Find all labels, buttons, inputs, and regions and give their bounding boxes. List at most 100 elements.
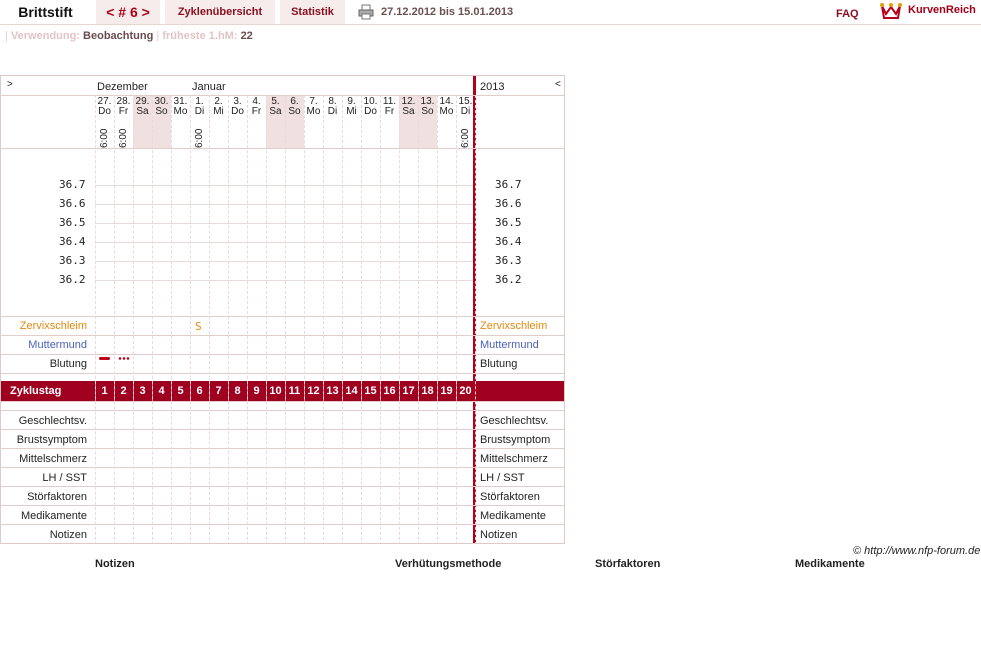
statistics-tab[interactable]: Statistik (280, 0, 345, 24)
grid-column-line (95, 95, 96, 543)
grid-column-line (247, 95, 248, 543)
grid-row-line (1, 410, 564, 411)
year-label: 2013 (480, 81, 505, 93)
temperature-gridline (95, 223, 473, 224)
grid-row-line (1, 401, 564, 402)
row-label-zervixschleim: Zervixschleim (19, 320, 87, 332)
day-name: Do (364, 106, 377, 117)
month-label: Dezember (97, 81, 148, 93)
cycle-day-number: 17 (402, 385, 415, 397)
day-name: So (288, 106, 301, 117)
temperature-gridline (95, 185, 473, 186)
day-name: Di (460, 106, 471, 117)
cycle-day-number: 9 (253, 385, 260, 397)
temperature-label: 36.2 (59, 273, 86, 286)
temperature-label: 36.4 (59, 235, 86, 248)
grid-column-line (342, 95, 343, 543)
day-name: So (155, 106, 168, 117)
row-label-bottom-right: Medikamente (480, 510, 547, 522)
temperature-label: 36.3 (59, 254, 86, 267)
grid-column-line (437, 95, 438, 543)
grid-column-line (380, 95, 381, 543)
cycle-day-number: 2 (120, 385, 127, 397)
row-label-bottom: Geschlechtsv. (18, 415, 87, 427)
grid-column-line (475, 95, 476, 543)
day-name: Do (98, 106, 111, 117)
temperature-label-right: 36.7 (495, 178, 522, 191)
row-label-bottom-right: Störfaktoren (480, 491, 540, 503)
day-name: Mo (173, 106, 188, 117)
temperature-gridline (95, 242, 473, 243)
temperature-gridline (95, 204, 473, 205)
footer-verhuetungsmethode: Verhütungsmethode (395, 558, 502, 570)
grid-row-line (1, 373, 564, 374)
grid-column-line (456, 95, 457, 543)
day-name: Di (327, 106, 338, 117)
grid-row-line (1, 429, 564, 430)
measure-time: 6:00 (194, 128, 205, 148)
row-label-bottom-right: LH / SST (480, 472, 525, 484)
grid-row-line (1, 316, 564, 317)
cycle-day-number: 11 (288, 385, 301, 397)
cycle-day-number: 14 (345, 385, 358, 397)
temperature-label-right: 36.2 (495, 273, 522, 286)
temperature-label: 36.6 (59, 197, 86, 210)
day-name: Mo (306, 106, 321, 117)
row-label-bottom-right: Notizen (480, 529, 518, 541)
footer-stoerfaktoren: Störfaktoren (595, 558, 661, 570)
earliest-value: 22 (240, 30, 253, 42)
cycle-day-number: 3 (139, 385, 146, 397)
usage-label: Verwendung: (10, 30, 80, 42)
day-name: Sa (136, 106, 149, 117)
temperature-label: 36.5 (59, 216, 86, 229)
separator: | (5, 30, 8, 42)
cycle-overview-tab[interactable]: Zyklenübersicht (165, 0, 275, 24)
temperature-label-right: 36.4 (495, 235, 522, 248)
day-name: Sa (269, 106, 282, 117)
nav-next-arrow[interactable]: > (7, 79, 13, 90)
cycle-day-number: 15 (364, 385, 377, 397)
grid-row-line (1, 486, 564, 487)
row-label-blutung: Blutung (49, 358, 87, 370)
row-label-blutung-right: Blutung (480, 358, 518, 370)
copyright[interactable]: © http://www.nfp-forum.de (853, 545, 980, 557)
footer-medikamente: Medikamente (795, 558, 865, 570)
day-name: Fr (251, 106, 262, 117)
cycle-day-number: 18 (421, 385, 434, 397)
row-label-muttermund-right: Muttermund (480, 339, 539, 351)
row-label-bottom: Notizen (49, 529, 87, 541)
row-label-muttermund: Muttermund (28, 339, 87, 351)
cycle-nav-button[interactable]: < # 6 > (96, 0, 160, 24)
nav-prev-arrow[interactable]: < (555, 79, 561, 90)
bleeding-spotting-marker[interactable] (118, 357, 130, 360)
printer-icon[interactable] (358, 4, 374, 20)
grid-row-line (1, 148, 564, 149)
logo-text[interactable]: KurvenReich (908, 0, 976, 20)
cycle-day-number: 6 (196, 385, 203, 397)
cycle-day-number: 16 (383, 385, 396, 397)
day-name: Mi (346, 106, 357, 117)
grid-row-line (1, 448, 564, 449)
grid-column-line (209, 95, 210, 543)
row-label-bottom: Störfaktoren (27, 491, 87, 503)
cycle-day-number: 12 (307, 385, 320, 397)
zervix-entry[interactable]: S (195, 320, 202, 333)
grid-column-line (323, 95, 324, 543)
grid-column-line (171, 95, 172, 543)
measure-time: 6:00 (118, 128, 129, 148)
day-name: Mo (439, 106, 454, 117)
bleeding-strong-marker[interactable] (99, 357, 110, 360)
cycle-day-number: 5 (177, 385, 184, 397)
faq-link[interactable]: FAQ (836, 2, 859, 26)
grid-column-line (190, 95, 191, 543)
usage-value: Beobachtung (83, 30, 154, 42)
brand-name: Brittstift (0, 0, 91, 24)
row-label-bottom: Mittelschmerz (19, 453, 87, 465)
crown-logo-icon[interactable] (880, 2, 902, 20)
cycle-day-label: Zyklustag (10, 385, 62, 397)
grid-column-line (304, 95, 305, 543)
row-label-bottom-right: Brustsymptom (480, 434, 551, 446)
cycle-day-number: 19 (440, 385, 453, 397)
day-name: Mi (213, 106, 224, 117)
grid-row-line (1, 354, 564, 355)
